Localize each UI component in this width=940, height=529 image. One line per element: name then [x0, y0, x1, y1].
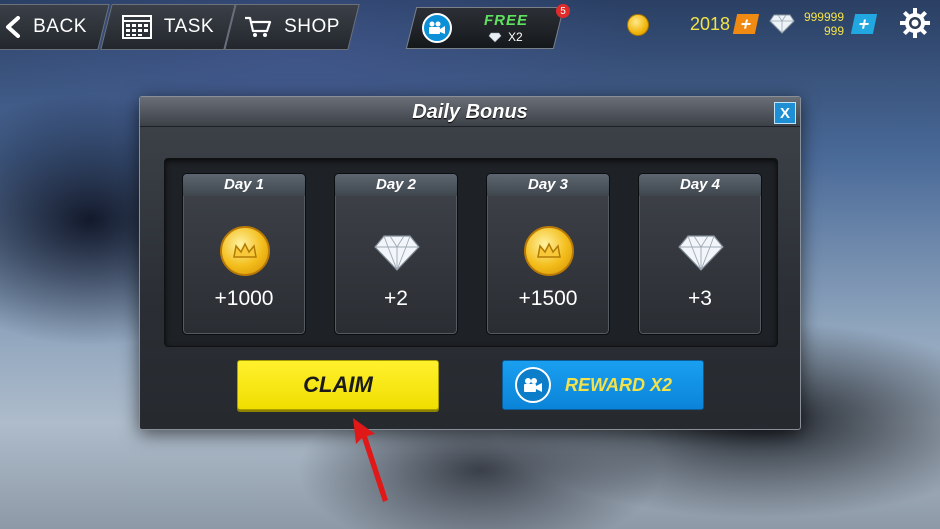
back-label: BACK — [33, 16, 87, 37]
gear-icon[interactable] — [899, 7, 931, 39]
chevron-left-icon — [6, 16, 21, 38]
shop-label: SHOP — [284, 16, 340, 37]
reward-x2-label: REWARD X2 — [565, 374, 673, 395]
day-label: Day 2 — [335, 174, 457, 196]
top-bar: BACK TASK SHOP FREE X2 5 2018 + 999999 9… — [0, 0, 940, 52]
diamond-icon — [769, 14, 795, 34]
coin-icon — [524, 226, 574, 276]
rewards-panel: Day 1 +1000 Day 2 +2 Day 3 +1500 Day 4 +… — [164, 158, 778, 347]
coin-icon — [627, 14, 649, 36]
day-label: Day 4 — [639, 174, 761, 196]
day-card-4: Day 4 +3 — [638, 173, 762, 335]
day-label: Day 1 — [183, 174, 305, 196]
dialog-title: Daily Bonus — [412, 101, 528, 123]
coin-icon — [220, 226, 270, 276]
day-reward-amount: +3 — [688, 287, 712, 310]
video-camera-icon — [422, 13, 452, 43]
task-button[interactable]: TASK — [100, 4, 236, 50]
diamond-icon — [374, 235, 420, 271]
task-label: TASK — [163, 16, 215, 37]
plus-icon: + — [856, 13, 872, 34]
shopping-cart-icon — [245, 16, 272, 37]
day-reward-amount: +2 — [384, 287, 408, 310]
dialog-header: Daily Bonus X — [140, 97, 800, 127]
reward-x2-button[interactable]: REWARD X2 — [502, 360, 704, 410]
day-card-2: Day 2 +2 — [334, 173, 458, 335]
gem-balance-line1: 999999 — [803, 10, 844, 24]
diamond-icon — [488, 32, 502, 42]
free-label: FREE — [484, 12, 529, 29]
daily-bonus-dialog: Daily Bonus X Day 1 +1000 Day 2 +2 Day 3… — [139, 96, 801, 430]
day-reward-amount: +1500 — [518, 287, 578, 310]
day-reward-amount: +1000 — [214, 287, 274, 310]
add-gems-button[interactable]: + — [850, 13, 878, 34]
plus-icon: + — [738, 13, 754, 34]
diamond-icon — [678, 235, 724, 271]
day-card-3: Day 3 +1500 — [486, 173, 610, 335]
claim-button[interactable]: CLAIM — [237, 360, 439, 410]
coin-balance: 2018 — [690, 14, 731, 34]
shop-button[interactable]: SHOP — [224, 4, 360, 50]
day-card-1: Day 1 +1000 — [182, 173, 306, 335]
gem-balance: 999999 999 — [800, 10, 844, 38]
task-grid-icon — [121, 15, 152, 39]
free-gems-video-button[interactable]: FREE X2 — [405, 7, 565, 49]
day-label: Day 3 — [487, 174, 609, 196]
add-coins-button[interactable]: + — [732, 13, 760, 34]
back-button[interactable]: BACK — [0, 4, 110, 50]
red-pointer-arrow — [353, 418, 388, 502]
gem-balance-line2: 999 — [823, 24, 844, 38]
free-reward-row: X2 — [488, 30, 523, 44]
video-camera-icon — [515, 367, 551, 403]
notification-badge: 5 — [556, 4, 570, 18]
close-button[interactable]: X — [774, 102, 796, 124]
free-multiplier: X2 — [508, 30, 523, 44]
